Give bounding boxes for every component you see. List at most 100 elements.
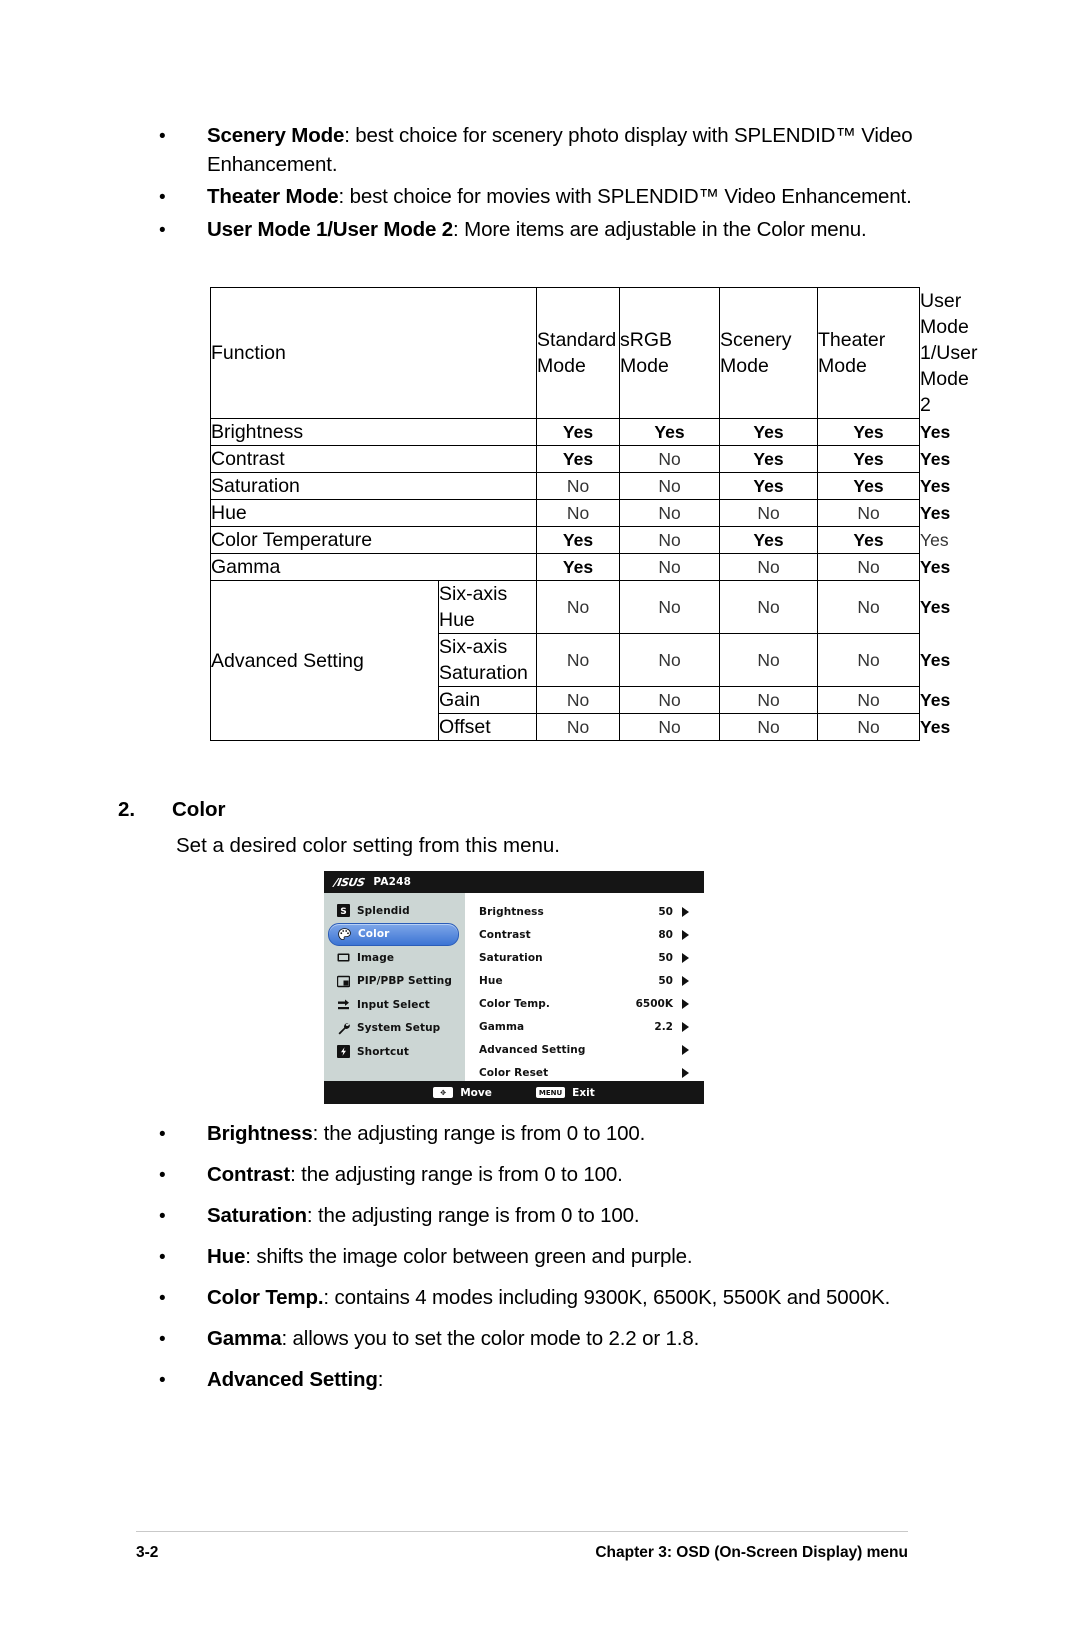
osd-option-label: Brightness: [479, 905, 544, 918]
chevron-right-icon[interactable]: [682, 975, 696, 986]
table-cell-value: No: [619, 445, 721, 473]
osd-option-row-hue[interactable]: Hue 50: [465, 969, 704, 992]
osd-option-row-brightness[interactable]: Brightness 50: [465, 900, 704, 923]
osd-option-label: Hue: [479, 974, 503, 987]
osd-sidebar-item-input-select[interactable]: Input Select: [328, 993, 459, 1017]
osd-sidebar-item-pip-pbp-setting[interactable]: PIP/PBP Setting: [328, 970, 459, 994]
table-cell-value: No: [817, 580, 921, 634]
section-description: Set a desired color setting from this me…: [176, 834, 560, 857]
chevron-right-icon[interactable]: [682, 1044, 696, 1055]
osd-status-bar: ✥ Move MENU Exit: [324, 1081, 704, 1104]
chevron-right-icon[interactable]: [682, 929, 696, 940]
mode-bullet-text: Theater Mode: best choice for movies wit…: [207, 185, 912, 208]
table-row-label: Hue: [209, 499, 538, 527]
svg-text:S: S: [340, 907, 346, 917]
mode-bullet-text: User Mode 1/User Mode 2: More items are …: [207, 218, 867, 241]
dpad-icon: ✥: [433, 1087, 454, 1098]
osd-option-value: 50: [658, 951, 673, 964]
mode-bullet-term: Theater Mode: [207, 185, 339, 208]
bottom-bullet-list: • Brightness: the adjusting range is from…: [155, 1120, 945, 1407]
osd-option-row-saturation[interactable]: Saturation 50: [465, 946, 704, 969]
table-row: Brightness Yes Yes Yes Yes Yes: [209, 418, 950, 446]
osd-sidebar: S Splendid Color Image PIP/PBP Setting Input …: [324, 893, 465, 1081]
color-option-bullet-term: Hue: [207, 1245, 246, 1268]
table-cell-value: No: [817, 499, 921, 527]
color-option-bullet-term: Contrast: [207, 1163, 291, 1186]
table-body: Brightness Yes Yes Yes Yes Yes Contrast Yes No Ye…: [209, 418, 950, 741]
osd-option-row-gamma[interactable]: Gamma 2.2: [465, 1015, 704, 1038]
table-row: Gamma Yes No No No Yes: [209, 553, 950, 581]
osd-option-value: 50: [658, 905, 673, 918]
bullet-dot-icon: •: [159, 1165, 166, 1186]
mode-bullet-item: • Scenery Mode: best choice for scenery p…: [155, 122, 925, 179]
table-cell-value: Yes: [719, 472, 819, 500]
color-option-bullet-text: Contrast: the adjusting range is from 0 …: [207, 1163, 623, 1186]
chevron-right-icon[interactable]: [682, 906, 696, 917]
osd-sidebar-item-label: Shortcut: [357, 1045, 409, 1058]
osd-option-row-color-temp[interactable]: Color Temp. 6500K: [465, 992, 704, 1015]
top-bullet-list: • Scenery Mode: best choice for scenery p…: [155, 122, 925, 249]
chapter-label: Chapter 3: OSD (On-Screen Display) menu: [595, 1544, 908, 1561]
mode-bullet-term: User Mode 1/User Mode 2: [207, 218, 454, 241]
table-cell-value: No: [817, 713, 921, 741]
table-row-sublabel: Six-axis Hue: [437, 580, 538, 634]
osd-option-row-advanced-setting[interactable]: Advanced Setting: [465, 1038, 704, 1061]
table-cell-value: Yes: [719, 526, 819, 554]
osd-option-label: Saturation: [479, 951, 543, 964]
bullet-dot-icon: •: [159, 1370, 166, 1391]
osd-sidebar-item-splendid[interactable]: S Splendid: [328, 899, 459, 923]
osd-option-label: Advanced Setting: [479, 1043, 586, 1056]
color-option-bullet-term: Brightness: [207, 1122, 313, 1145]
osd-option-row-color-reset[interactable]: Color Reset: [465, 1061, 704, 1084]
table-cell-value: No: [719, 553, 819, 581]
table-cell-value: No: [619, 686, 721, 714]
table-cell-value: No: [536, 499, 621, 527]
osd-sidebar-item-image[interactable]: Image: [328, 946, 459, 970]
color-option-bullet-item: • Brightness: the adjusting range is from…: [155, 1120, 945, 1149]
osd-option-row-contrast[interactable]: Contrast 80: [465, 923, 704, 946]
mode-feature-table: Function Standard Mode sRGB Mode Scenery…: [209, 287, 977, 741]
table-row-sublabel: Six-axis Saturation: [437, 633, 538, 687]
chevron-right-icon[interactable]: [682, 998, 696, 1009]
palette-icon: [338, 927, 351, 941]
bullet-dot-icon: •: [159, 220, 166, 241]
color-option-bullet-text: Advanced Setting:: [207, 1368, 384, 1391]
table-cell-value: No: [619, 633, 721, 687]
osd-option-label: Color Reset: [479, 1066, 549, 1079]
bullet-dot-icon: •: [159, 1288, 166, 1309]
table-cell-value: Yes: [619, 418, 721, 446]
table-group-label-advanced-setting: Advanced Setting: [210, 580, 439, 741]
bullet-dot-icon: •: [159, 126, 166, 147]
table-cell-value: No: [817, 633, 921, 687]
document-page: • Scenery Mode: best choice for scenery p…: [0, 0, 1080, 1627]
osd-sidebar-item-label: System Setup: [357, 1022, 441, 1035]
footer-divider: [136, 1531, 908, 1532]
color-option-bullet-item: • Hue: shifts the image color between gre…: [155, 1243, 945, 1272]
chevron-right-icon[interactable]: [682, 1021, 696, 1032]
osd-option-value: 6500K: [635, 997, 673, 1010]
table-row-label: Brightness: [209, 418, 538, 446]
osd-sidebar-item-system-setup[interactable]: System Setup: [328, 1017, 459, 1041]
chevron-right-icon[interactable]: [682, 952, 696, 963]
column-header-srgb-mode: sRGB Mode: [619, 287, 721, 419]
table-cell-value: Yes: [536, 526, 621, 554]
table-cell-value: No: [719, 633, 819, 687]
table-cell-value: Yes: [817, 445, 921, 473]
color-option-bullet-term: Saturation: [207, 1204, 307, 1227]
color-option-bullet-item: • Saturation: the adjusting range is from…: [155, 1202, 945, 1231]
osd-sidebar-item-color[interactable]: Color: [328, 922, 459, 946]
mode-feature-table-wrapper: Function Standard Mode sRGB Mode Scenery…: [209, 287, 977, 741]
osd-sidebar-item-shortcut[interactable]: Shortcut: [328, 1040, 459, 1064]
table-cell-value: No: [817, 686, 921, 714]
color-option-bullet-text: Hue: shifts the image color between gree…: [207, 1245, 693, 1268]
osd-body: S Splendid Color Image PIP/PBP Setting Input …: [324, 893, 704, 1081]
table-cell-value: No: [619, 499, 721, 527]
color-option-bullet-text: Brightness: the adjusting range is from …: [207, 1122, 646, 1145]
color-option-bullet-item: • Color Temp.: contains 4 modes including…: [155, 1284, 945, 1313]
chevron-right-icon[interactable]: [682, 1067, 696, 1078]
osd-sidebar-item-label: PIP/PBP Setting: [357, 975, 452, 988]
column-header-theater-mode: Theater Mode: [817, 287, 921, 419]
mode-bullet-term: Scenery Mode: [207, 124, 345, 147]
color-option-bullet-item: • Contrast: the adjusting range is from 0…: [155, 1161, 945, 1190]
table-cell-value: Yes: [719, 445, 819, 473]
